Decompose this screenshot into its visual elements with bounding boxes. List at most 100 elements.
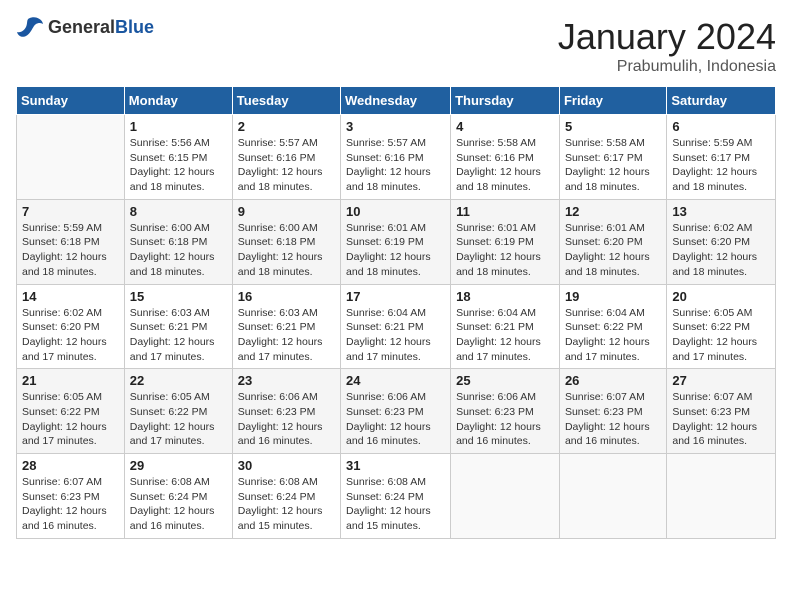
calendar-cell: 14Sunrise: 6:02 AM Sunset: 6:20 PM Dayli… (17, 284, 125, 369)
calendar-cell: 4Sunrise: 5:58 AM Sunset: 6:16 PM Daylig… (451, 115, 560, 200)
cell-content: Sunrise: 6:03 AM Sunset: 6:21 PM Dayligh… (130, 306, 227, 365)
calendar-cell: 16 Sunrise: 6:03 AM Sunset: 6:21 PM Dayli… (232, 284, 340, 369)
day-number: 21 (22, 373, 119, 388)
day-number: 31 (346, 458, 445, 473)
day-number: 3 (346, 119, 445, 134)
day-number: 6 (672, 119, 770, 134)
calendar-week-row: 7Sunrise: 5:59 AM Sunset: 6:18 PM Daylig… (17, 199, 776, 284)
calendar-cell: 3 Sunrise: 5:57 AM Sunset: 6:16 PM Daylig… (341, 115, 451, 200)
day-number: 26 (565, 373, 661, 388)
calendar-cell: 7Sunrise: 5:59 AM Sunset: 6:18 PM Daylig… (17, 199, 125, 284)
day-number: 9 (238, 204, 335, 219)
calendar-cell: 17 Sunrise: 6:04 AM Sunset: 6:21 PM Dayli… (341, 284, 451, 369)
location-title: Prabumulih, Indonesia (558, 58, 776, 76)
cell-content: Sunrise: 6:03 AM Sunset: 6:21 PM Dayligh… (238, 306, 335, 365)
cell-content: Sunrise: 6:01 AM Sunset: 6:20 PM Dayligh… (565, 221, 661, 280)
day-number: 25 (456, 373, 554, 388)
cell-content: Sunrise: 6:07 AM Sunset: 6:23 PM Dayligh… (672, 390, 770, 449)
weekday-header-sunday: Sunday (17, 87, 125, 115)
cell-content: Sunrise: 6:06 AM Sunset: 6:23 PM Dayligh… (238, 390, 335, 449)
day-number: 29 (130, 458, 227, 473)
day-number: 5 (565, 119, 661, 134)
calendar-cell: 29 Sunrise: 6:08 AM Sunset: 6:24 PM Dayli… (124, 454, 232, 539)
cell-content: Sunrise: 6:00 AM Sunset: 6:18 PM Dayligh… (238, 221, 335, 280)
cell-content: Sunrise: 6:05 AM Sunset: 6:22 PM Dayligh… (130, 390, 227, 449)
calendar-cell: 11 Sunrise: 6:01 AM Sunset: 6:19 PM Dayli… (451, 199, 560, 284)
cell-content: Sunrise: 6:07 AM Sunset: 6:23 PM Dayligh… (22, 475, 119, 534)
cell-content: Sunrise: 6:08 AM Sunset: 6:24 PM Dayligh… (346, 475, 445, 534)
calendar-cell: 8 Sunrise: 6:00 AM Sunset: 6:18 PM Daylig… (124, 199, 232, 284)
cell-content: Sunrise: 5:59 AM Sunset: 6:17 PM Dayligh… (672, 136, 770, 195)
day-number: 15 (130, 289, 227, 304)
logo-blue-text: Blue (115, 17, 154, 37)
cell-content: Sunrise: 6:00 AM Sunset: 6:18 PM Dayligh… (130, 221, 227, 280)
calendar-cell: 28 Sunrise: 6:07 AM Sunset: 6:23 PM Dayli… (17, 454, 125, 539)
cell-content: Sunrise: 6:06 AM Sunset: 6:23 PM Dayligh… (456, 390, 554, 449)
cell-content: Sunrise: 5:56 AM Sunset: 6:15 PM Dayligh… (130, 136, 227, 195)
day-number: 8 (130, 204, 227, 219)
month-title: January 2024 (558, 16, 776, 58)
cell-content: Sunrise: 6:08 AM Sunset: 6:24 PM Dayligh… (130, 475, 227, 534)
weekday-header-monday: Monday (124, 87, 232, 115)
weekday-header-wednesday: Wednesday (341, 87, 451, 115)
cell-content: Sunrise: 6:06 AM Sunset: 6:23 PM Dayligh… (346, 390, 445, 449)
calendar-cell: 20 Sunrise: 6:05 AM Sunset: 6:22 PM Dayli… (667, 284, 776, 369)
calendar-cell (667, 454, 776, 539)
cell-content: Sunrise: 6:04 AM Sunset: 6:21 PM Dayligh… (456, 306, 554, 365)
calendar-cell: 12 Sunrise: 6:01 AM Sunset: 6:20 PM Dayli… (559, 199, 666, 284)
cell-content: Sunrise: 6:01 AM Sunset: 6:19 PM Dayligh… (456, 221, 554, 280)
calendar-cell: 9 Sunrise: 6:00 AM Sunset: 6:18 PM Daylig… (232, 199, 340, 284)
cell-content: Sunrise: 6:07 AM Sunset: 6:23 PM Dayligh… (565, 390, 661, 449)
cell-content: Sunrise: 5:57 AM Sunset: 6:16 PM Dayligh… (346, 136, 445, 195)
title-area: January 2024 Prabumulih, Indonesia (558, 16, 776, 76)
day-number: 13 (672, 204, 770, 219)
calendar-cell: 27Sunrise: 6:07 AM Sunset: 6:23 PM Dayli… (667, 369, 776, 454)
day-number: 30 (238, 458, 335, 473)
day-number: 22 (130, 373, 227, 388)
cell-content: Sunrise: 6:04 AM Sunset: 6:22 PM Dayligh… (565, 306, 661, 365)
day-number: 2 (238, 119, 335, 134)
calendar-cell: 23 Sunrise: 6:06 AM Sunset: 6:23 PM Dayli… (232, 369, 340, 454)
calendar-table: SundayMondayTuesdayWednesdayThursdayFrid… (16, 86, 776, 539)
day-number: 18 (456, 289, 554, 304)
logo: GeneralBlue (16, 16, 154, 38)
calendar-cell: 25 Sunrise: 6:06 AM Sunset: 6:23 PM Dayli… (451, 369, 560, 454)
day-number: 1 (130, 119, 227, 134)
calendar-week-row: 28 Sunrise: 6:07 AM Sunset: 6:23 PM Dayli… (17, 454, 776, 539)
cell-content: Sunrise: 6:04 AM Sunset: 6:21 PM Dayligh… (346, 306, 445, 365)
calendar-cell: 21Sunrise: 6:05 AM Sunset: 6:22 PM Dayli… (17, 369, 125, 454)
calendar-cell: 19 Sunrise: 6:04 AM Sunset: 6:22 PM Dayli… (559, 284, 666, 369)
day-number: 19 (565, 289, 661, 304)
calendar-cell: 15 Sunrise: 6:03 AM Sunset: 6:21 PM Dayli… (124, 284, 232, 369)
calendar-cell (559, 454, 666, 539)
day-number: 23 (238, 373, 335, 388)
cell-content: Sunrise: 5:58 AM Sunset: 6:17 PM Dayligh… (565, 136, 661, 195)
day-number: 12 (565, 204, 661, 219)
calendar-cell: 1 Sunrise: 5:56 AM Sunset: 6:15 PM Daylig… (124, 115, 232, 200)
cell-content: Sunrise: 5:57 AM Sunset: 6:16 PM Dayligh… (238, 136, 335, 195)
calendar-week-row: 1 Sunrise: 5:56 AM Sunset: 6:15 PM Daylig… (17, 115, 776, 200)
calendar-week-row: 21 Sunrise: 6:05 AM Sunset: 6:22 PM Dayli… (17, 369, 776, 454)
calendar-body: 1 Sunrise: 5:56 AM Sunset: 6:15 PM Daylig… (17, 115, 776, 539)
calendar-cell: 2 Sunrise: 5:57 AM Sunset: 6:16 PM Daylig… (232, 115, 340, 200)
day-number: 24 (346, 373, 445, 388)
calendar-cell: 18 Sunrise: 6:04 AM Sunset: 6:21 PM Dayli… (451, 284, 560, 369)
day-number: 11 (456, 204, 554, 219)
day-number: 20 (672, 289, 770, 304)
day-number: 10 (346, 204, 445, 219)
calendar-cell: 22 Sunrise: 6:05 AM Sunset: 6:22 PM Dayli… (124, 369, 232, 454)
calendar-cell (451, 454, 560, 539)
calendar-cell: 13Sunrise: 6:02 AM Sunset: 6:20 PM Dayli… (667, 199, 776, 284)
cell-content: Sunrise: 6:05 AM Sunset: 6:22 PM Dayligh… (672, 306, 770, 365)
calendar-cell: 6 Sunrise: 5:59 AM Sunset: 6:17 PM Daylig… (667, 115, 776, 200)
cell-content: Sunrise: 5:58 AM Sunset: 6:16 PM Dayligh… (456, 136, 554, 195)
day-number: 28 (22, 458, 119, 473)
calendar-cell: 26 Sunrise: 6:07 AM Sunset: 6:23 PM Dayli… (559, 369, 666, 454)
day-number: 16 (238, 289, 335, 304)
day-number: 17 (346, 289, 445, 304)
day-number: 7 (22, 204, 119, 219)
cell-content: Sunrise: 6:01 AM Sunset: 6:19 PM Dayligh… (346, 221, 445, 280)
calendar-header-row: SundayMondayTuesdayWednesdayThursdayFrid… (17, 87, 776, 115)
day-number: 14 (22, 289, 119, 304)
weekday-header-thursday: Thursday (451, 87, 560, 115)
